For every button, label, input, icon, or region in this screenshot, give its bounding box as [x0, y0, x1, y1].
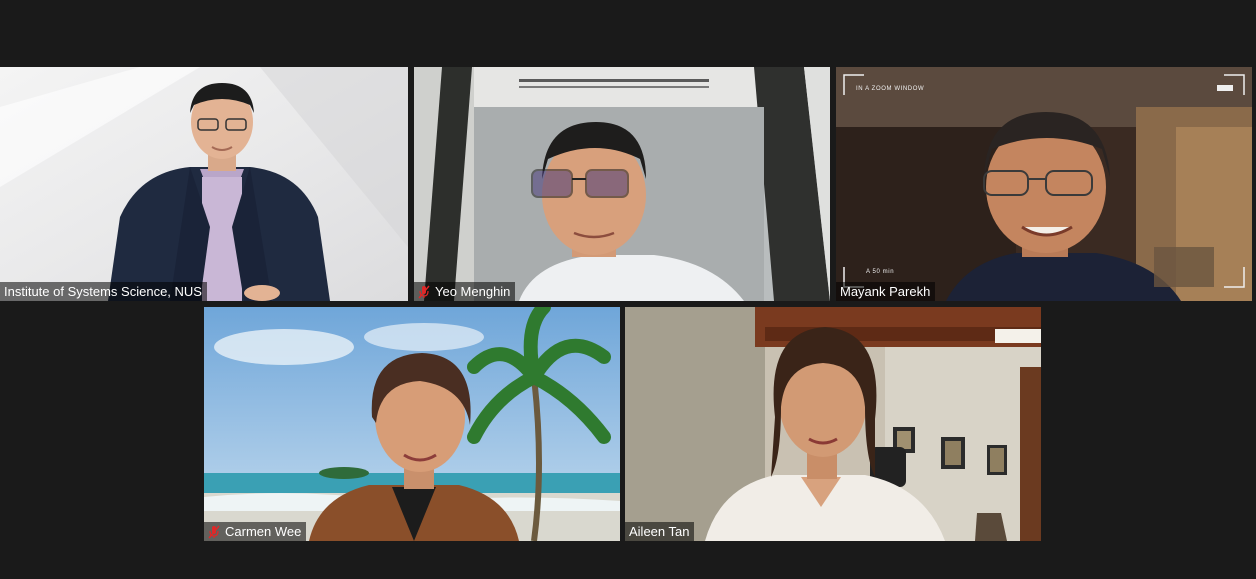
zoom-window-label: IN A ZOOM WINDOW	[856, 86, 925, 92]
participant-nametag: Institute of Systems Science, NUS	[0, 282, 207, 301]
video-tile-mayank-parekh[interactable]: IN A ZOOM WINDOW A 50 min Mayank Parekh	[836, 67, 1252, 301]
video-gallery: Institute of Systems Science, NUS Yeo Me…	[0, 0, 1256, 579]
video-tile-carmen-wee[interactable]: Carmen Wee	[204, 307, 620, 541]
participant-video-yeo-menghin	[414, 67, 830, 301]
video-tile-aileen-tan[interactable]: Aileen Tan	[625, 307, 1041, 541]
participant-nametag: Aileen Tan	[625, 522, 695, 541]
participant-nametag: Yeo Menghin	[414, 282, 516, 301]
participant-video-mayank-parekh	[836, 67, 1252, 301]
participant-name: Mayank Parekh	[840, 284, 931, 299]
video-tile-yeo-menghin[interactable]: Yeo Menghin	[414, 67, 830, 301]
participant-nametag: Mayank Parekh	[836, 282, 936, 301]
video-tile-nus[interactable]: Institute of Systems Science, NUS	[0, 67, 408, 301]
participant-video-aileen-tan	[625, 307, 1041, 541]
muted-microphone-icon	[418, 285, 430, 299]
camera-readout: A 50 min	[866, 269, 895, 275]
participant-video-carmen-wee	[204, 307, 620, 541]
muted-microphone-icon	[208, 525, 220, 539]
participant-nametag: Carmen Wee	[204, 522, 307, 541]
participant-video-nus	[0, 67, 408, 301]
participant-name: Aileen Tan	[629, 524, 690, 539]
participant-name: Yeo Menghin	[435, 284, 511, 299]
participant-name: Institute of Systems Science, NUS	[4, 284, 202, 299]
participant-name: Carmen Wee	[225, 524, 302, 539]
